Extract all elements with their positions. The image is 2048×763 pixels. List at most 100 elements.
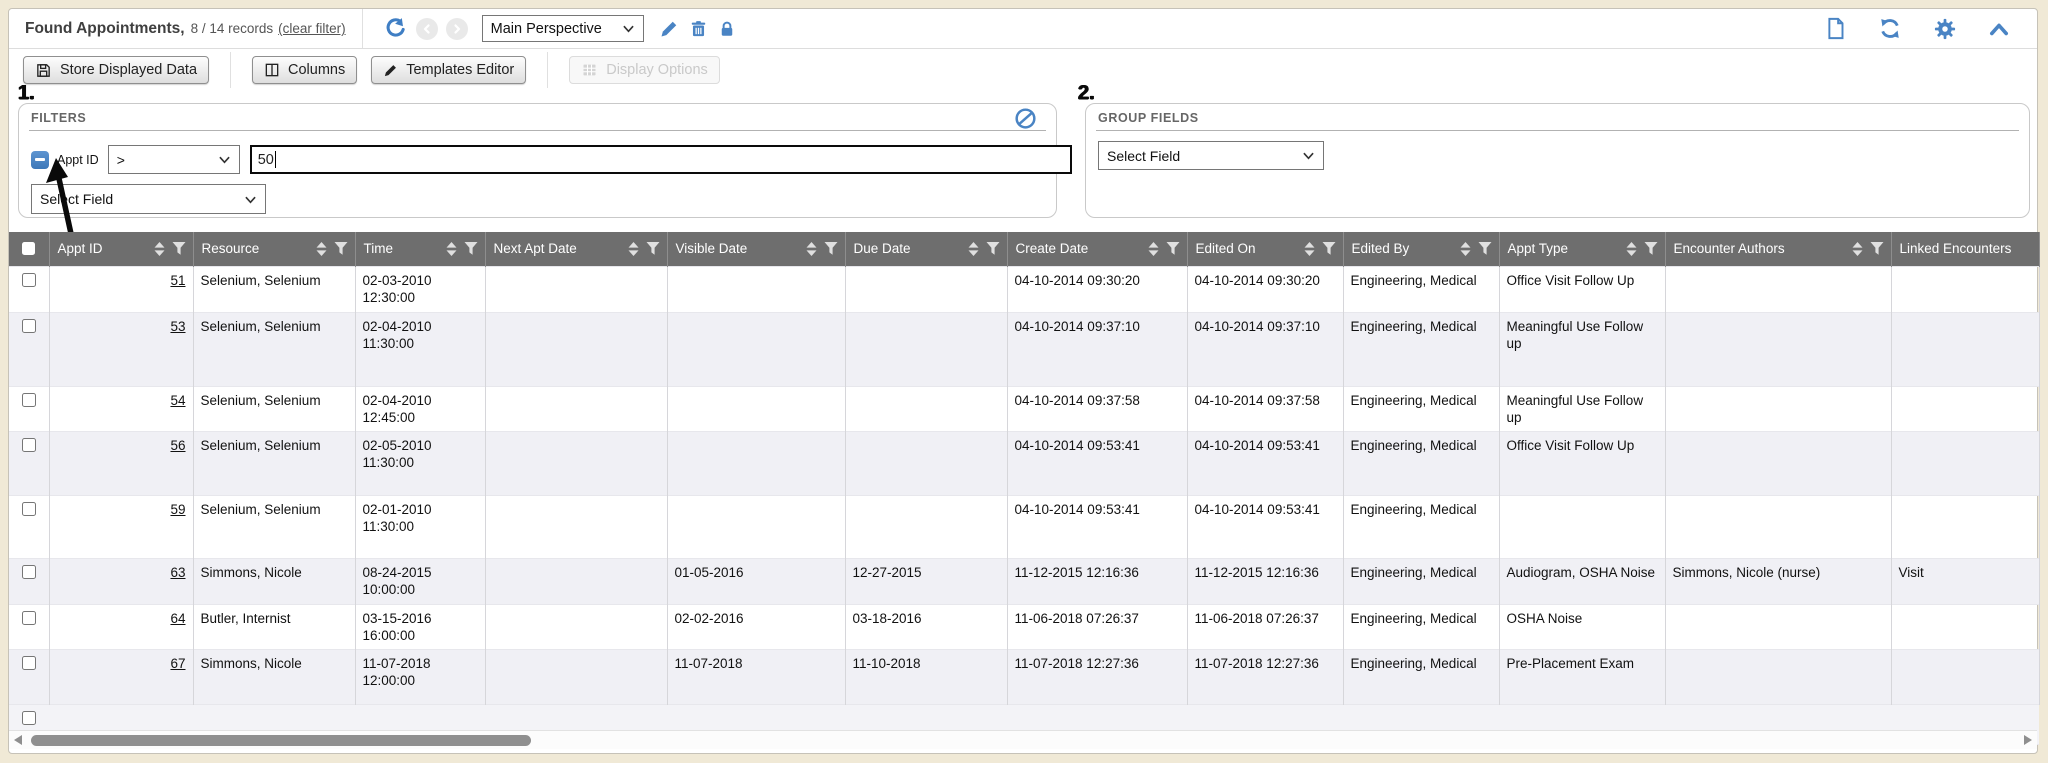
- cell-create-date: 04-10-2014 09:53:41: [1007, 432, 1187, 496]
- annotation-2: 2.: [1078, 82, 1095, 105]
- cell-resource: Selenium, Selenium: [193, 496, 355, 559]
- cell-resource: Butler, Internist: [193, 604, 355, 650]
- filter-funnel-icon[interactable]: [1644, 242, 1658, 255]
- appt-id-link[interactable]: 63: [170, 565, 185, 580]
- sort-icon[interactable]: [1460, 242, 1471, 256]
- cell-create-date: 04-10-2014 09:53:41: [1007, 496, 1187, 559]
- cell-linked-encounters: [1891, 266, 2039, 312]
- filter-funnel-icon[interactable]: [1870, 242, 1884, 255]
- column-header-next-apt-date[interactable]: Next Apt Date: [485, 232, 667, 266]
- filter-funnel-icon[interactable]: [334, 242, 348, 255]
- row-checkbox[interactable]: [22, 393, 36, 407]
- filter-funnel-icon[interactable]: [1322, 242, 1336, 255]
- topbar-right-icons: [1820, 17, 2015, 40]
- filter-funnel-icon[interactable]: [646, 242, 660, 255]
- undo-icon[interactable]: [384, 17, 407, 40]
- sort-icon[interactable]: [806, 242, 817, 256]
- sort-icon[interactable]: [1148, 242, 1159, 256]
- table-row: 53Selenium, Selenium02-04-201011:30:0004…: [9, 312, 2039, 386]
- cell-encounter-authors: [1665, 604, 1891, 650]
- scrollbar-thumb[interactable]: [31, 735, 531, 746]
- column-header-create-date[interactable]: Create Date: [1007, 232, 1187, 266]
- cell-visible-date: 01-05-2016: [667, 559, 845, 605]
- delete-perspective-trash-icon[interactable]: [689, 19, 708, 39]
- filter-funnel-icon[interactable]: [824, 242, 838, 255]
- sort-icon[interactable]: [1852, 242, 1863, 256]
- row-checkbox[interactable]: [22, 711, 36, 725]
- prev-perspective-button[interactable]: [416, 18, 438, 40]
- row-checkbox[interactable]: [22, 273, 36, 287]
- appt-id-link[interactable]: 56: [170, 438, 185, 453]
- column-header-linked-encounters[interactable]: Linked Encounters: [1891, 232, 2039, 266]
- table-row: 51Selenium, Selenium02-03-201012:30:0004…: [9, 266, 2039, 312]
- templates-editor-button[interactable]: Templates Editor: [371, 56, 526, 84]
- collapse-chevron-up-icon[interactable]: [1988, 20, 2010, 38]
- edit-perspective-pencil-icon[interactable]: [659, 19, 679, 39]
- sort-icon[interactable]: [628, 242, 639, 256]
- appt-id-link[interactable]: 51: [170, 273, 185, 288]
- sort-icon[interactable]: [1304, 242, 1315, 256]
- filter-funnel-icon[interactable]: [986, 242, 1000, 255]
- lock-perspective-icon[interactable]: [718, 19, 736, 39]
- cell-edited-on: 11-06-2018 07:26:37: [1187, 604, 1343, 650]
- filter-funnel-icon[interactable]: [1166, 242, 1180, 255]
- add-filter-field-select[interactable]: Select Field: [31, 184, 266, 214]
- pencil-icon: [383, 63, 398, 78]
- perspective-select[interactable]: Main Perspective: [482, 15, 644, 42]
- appt-id-link[interactable]: 54: [170, 393, 185, 408]
- scroll-left-arrow[interactable]: [14, 735, 22, 745]
- cell-resource: Selenium, Selenium: [193, 386, 355, 432]
- refresh-icon[interactable]: [1878, 17, 1902, 40]
- row-checkbox[interactable]: [22, 565, 36, 579]
- remove-filter-minus-icon[interactable]: [31, 151, 49, 169]
- gear-icon[interactable]: [1934, 18, 1956, 40]
- sort-icon[interactable]: [446, 242, 457, 256]
- cell-appt-id: 67: [49, 650, 193, 705]
- appt-id-link[interactable]: 59: [170, 502, 185, 517]
- grid-icon: [581, 62, 598, 78]
- column-header-appt-id[interactable]: Appt ID: [49, 232, 193, 266]
- column-header-appt-type[interactable]: Appt Type: [1499, 232, 1665, 266]
- column-header-encounter-authors[interactable]: Encounter Authors: [1665, 232, 1891, 266]
- select-all-checkbox[interactable]: [9, 232, 49, 266]
- group-fields-heading: GROUP FIELDS: [1098, 111, 1199, 125]
- cell-due-date: [845, 496, 1007, 559]
- clear-filters-block-icon[interactable]: [1014, 107, 1037, 130]
- group-field-select[interactable]: Select Field: [1098, 141, 1324, 170]
- new-document-icon[interactable]: [1825, 17, 1846, 40]
- filter-funnel-icon[interactable]: [464, 242, 478, 255]
- cell-create-date: 11-12-2015 12:16:36: [1007, 559, 1187, 605]
- sort-icon[interactable]: [316, 242, 327, 256]
- column-header-edited-on[interactable]: Edited On: [1187, 232, 1343, 266]
- column-header-edited-by[interactable]: Edited By: [1343, 232, 1499, 266]
- filter-funnel-icon[interactable]: [172, 242, 186, 255]
- filter-funnel-icon[interactable]: [1478, 242, 1492, 255]
- row-checkbox[interactable]: [22, 502, 36, 516]
- cell-encounter-authors: [1665, 312, 1891, 386]
- filter-value-input[interactable]: 50: [250, 145, 1072, 174]
- sort-icon[interactable]: [1626, 242, 1637, 256]
- scroll-right-arrow[interactable]: [2024, 735, 2032, 745]
- appt-id-link[interactable]: 67: [170, 656, 185, 671]
- store-displayed-data-button[interactable]: Store Displayed Data: [23, 56, 209, 84]
- sort-icon[interactable]: [968, 242, 979, 256]
- column-header-due-date[interactable]: Due Date: [845, 232, 1007, 266]
- appt-id-link[interactable]: 53: [170, 319, 185, 334]
- next-perspective-button[interactable]: [446, 18, 468, 40]
- row-checkbox[interactable]: [22, 656, 36, 670]
- column-header-resource[interactable]: Resource: [193, 232, 355, 266]
- cell-edited-on: 04-10-2014 09:53:41: [1187, 432, 1343, 496]
- cell-appt-id: 54: [49, 386, 193, 432]
- row-checkbox[interactable]: [22, 319, 36, 333]
- table-header-row: Appt IDResourceTimeNext Apt DateVisible …: [9, 232, 2039, 266]
- appt-id-link[interactable]: 64: [170, 611, 185, 626]
- row-checkbox[interactable]: [22, 611, 36, 625]
- clear-filter-link[interactable]: (clear filter): [278, 21, 346, 36]
- filter-operator-select[interactable]: >: [108, 145, 240, 174]
- column-header-visible-date[interactable]: Visible Date: [667, 232, 845, 266]
- columns-button[interactable]: Columns: [252, 56, 357, 84]
- row-checkbox[interactable]: [22, 438, 36, 452]
- column-header-time[interactable]: Time: [355, 232, 485, 266]
- sort-icon[interactable]: [154, 242, 165, 256]
- horizontal-scrollbar[interactable]: [9, 730, 2037, 749]
